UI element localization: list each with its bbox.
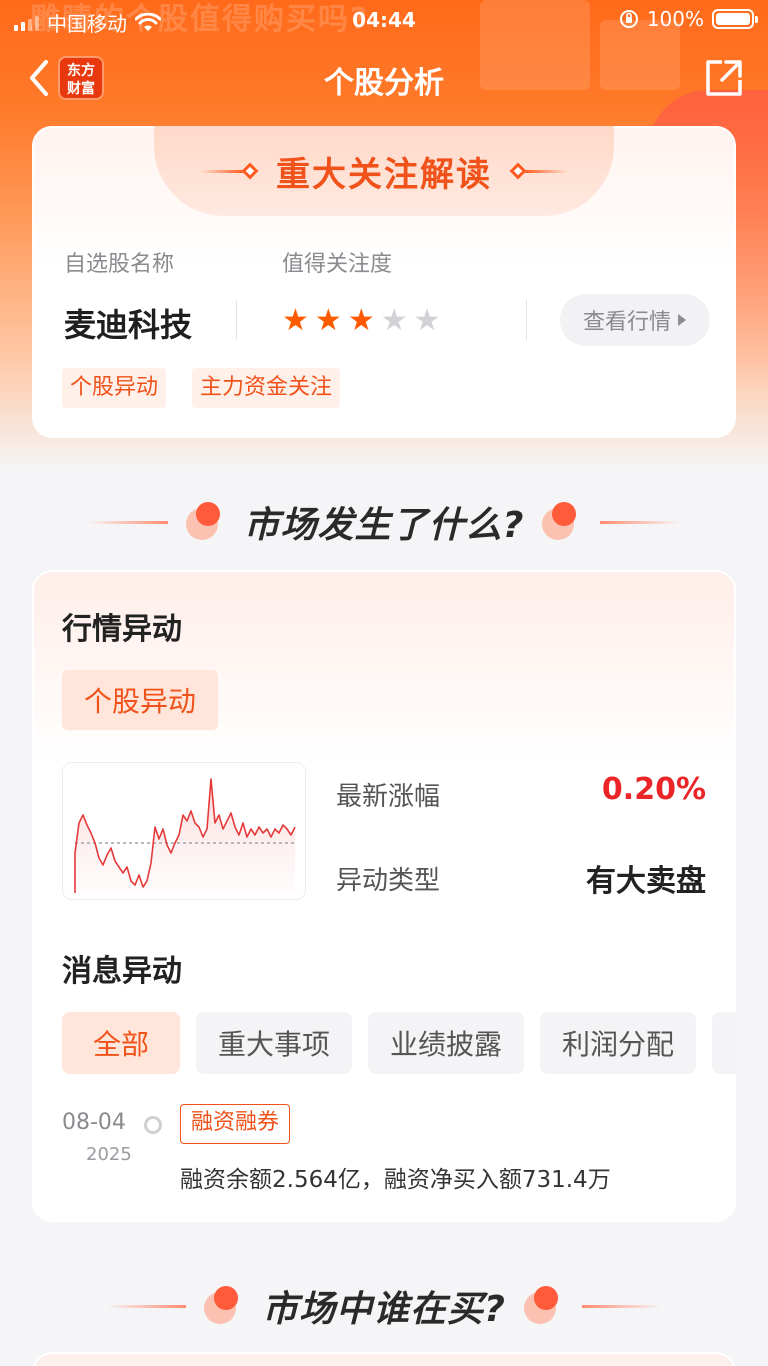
- anomaly-card-title: 行情异动: [62, 612, 182, 647]
- latest-change-label: 最新涨幅: [336, 782, 441, 812]
- star-empty-icon: ★: [413, 303, 441, 338]
- filter-more[interactable]: [712, 1012, 738, 1074]
- filter-earnings[interactable]: 业绩披露: [368, 1012, 524, 1074]
- share-icon[interactable]: [702, 56, 746, 100]
- tag-main-capital[interactable]: 主力资金关注: [192, 368, 341, 408]
- latest-change-value: 0.20%: [601, 772, 706, 807]
- attention-rating: ★ ★ ★ ★ ★: [282, 304, 441, 338]
- status-right: 100%: [619, 7, 758, 31]
- tab-stock-anomaly[interactable]: 个股异动: [62, 670, 218, 730]
- filter-all[interactable]: 全部: [62, 1012, 180, 1074]
- chart-area: [75, 779, 295, 893]
- title-ornament-left: [200, 162, 259, 180]
- section-dot-left: [185, 502, 226, 542]
- news-year: 2025: [86, 1144, 132, 1165]
- section-dot-right: [542, 502, 582, 542]
- filter-profit-distribution[interactable]: 利润分配: [540, 1012, 696, 1074]
- intraday-chart-svg: [74, 778, 296, 893]
- star-filled-icon: ★: [282, 303, 309, 338]
- tag-stock-anomaly[interactable]: 个股异动: [62, 368, 167, 408]
- section-title-who-is-buying: 市场中谁在买?: [0, 1280, 768, 1332]
- view-quotes-button[interactable]: 查看行情: [560, 294, 710, 346]
- news-tag: 融资融券: [180, 1104, 291, 1144]
- section-title-what-happened: 市场发生了什么?: [0, 496, 768, 548]
- focus-card-header: 重大关注解读: [154, 126, 614, 216]
- focus-card: 重大关注解读 自选股名称 值得关注度 麦迪科技 ★ ★ ★ ★ ★ 查看行情 个股异动 …: [32, 126, 736, 438]
- intraday-mini-chart[interactable]: [62, 762, 306, 900]
- section-line-left: [106, 1304, 187, 1308]
- anomaly-card: 行情异动 个股异动 最新涨幅 0.20% 异动类型 有大卖盘 消息异动 全部 重…: [32, 570, 738, 1222]
- page-title: 个股分析: [324, 66, 444, 101]
- battery-icon: [712, 9, 758, 29]
- view-quotes-label: 查看行情: [582, 310, 671, 335]
- filter-major-events[interactable]: 重大事项: [196, 1012, 352, 1074]
- news-text[interactable]: 融资余额2.564亿，融资净买入额731.4万: [180, 1160, 611, 1194]
- caret-right-icon: [678, 314, 686, 326]
- section-title-text: 市场中谁在买?: [262, 1289, 506, 1330]
- section-line-right: [581, 1304, 662, 1308]
- status-bar: 中国移动 04:44 100%: [0, 0, 768, 40]
- title-ornament-right: [509, 162, 568, 180]
- star-filled-icon: ★: [347, 303, 375, 338]
- section-title-text: 市场发生了什么?: [243, 505, 525, 546]
- star-empty-icon: ★: [380, 303, 408, 338]
- section-line-left: [87, 520, 168, 524]
- focus-card-title: 重大关注解读: [276, 154, 492, 195]
- anomaly-type-value: 有大卖盘: [586, 864, 706, 899]
- section-line-right: [600, 520, 681, 524]
- news-anomaly-title: 消息异动: [62, 954, 182, 989]
- buyers-card: [32, 1352, 736, 1366]
- star-filled-icon: ★: [314, 303, 342, 338]
- news-filter-bar: 全部 重大事项 业绩披露 利润分配: [62, 1012, 738, 1076]
- divider: [236, 300, 237, 340]
- anomaly-type-label: 异动类型: [336, 866, 441, 896]
- section-dot-left: [204, 1286, 244, 1326]
- battery-percent: 100%: [646, 7, 704, 31]
- attention-label: 值得关注度: [282, 252, 393, 277]
- section-dot-right: [523, 1286, 564, 1326]
- orientation-lock-icon: [619, 10, 638, 28]
- stock-name-label: 自选股名称: [64, 252, 175, 277]
- timeline-dot: [144, 1116, 162, 1134]
- news-date: 08-04: [62, 1110, 126, 1135]
- divider: [526, 300, 527, 340]
- stock-name: 麦迪科技: [64, 306, 193, 344]
